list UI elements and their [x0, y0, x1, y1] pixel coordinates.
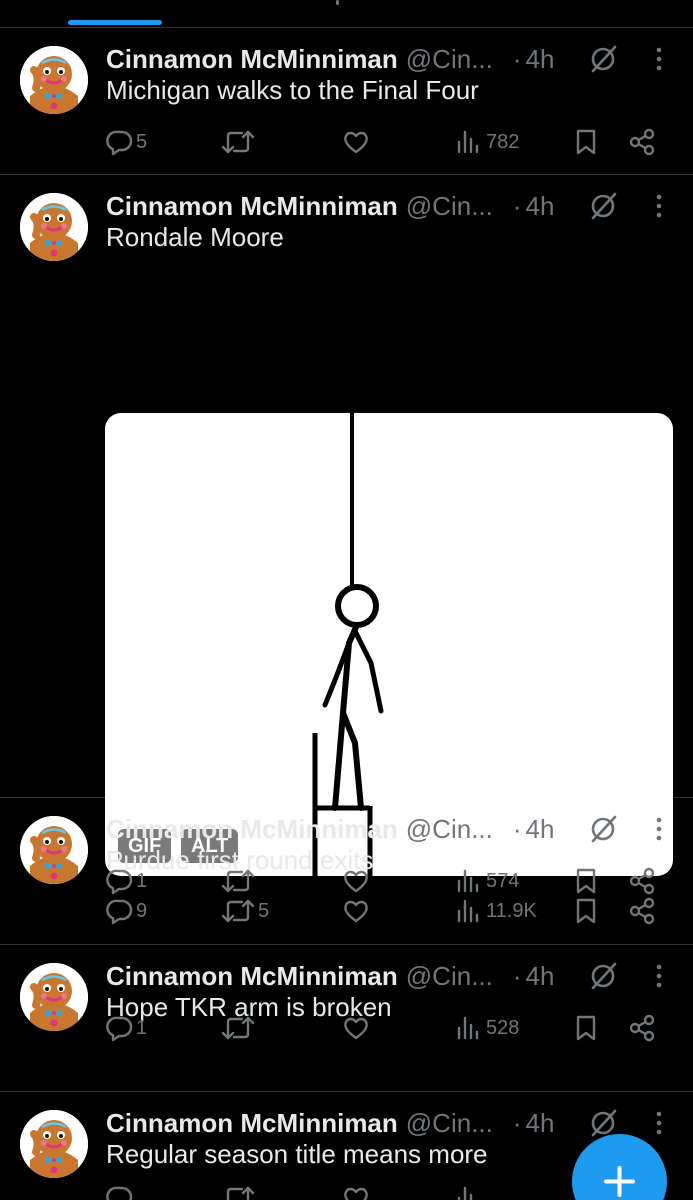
reply-count: 5 [136, 130, 148, 153]
separator-dot: · [512, 960, 522, 991]
retweet-icon [220, 867, 256, 895]
bookmark-icon [574, 1014, 598, 1042]
separator-dot: · [512, 43, 522, 74]
share-icon [628, 1014, 656, 1042]
active-tab-indicator [68, 20, 162, 25]
grok-icon[interactable] [588, 191, 618, 221]
avatar[interactable] [20, 1110, 88, 1178]
tab-label-fragment [336, 0, 339, 5]
tweet-text: Rondale Moore [106, 222, 284, 252]
reply-icon [106, 867, 134, 895]
reply-icon [106, 128, 134, 156]
share-icon [628, 128, 656, 156]
views-icon [456, 128, 480, 156]
views-button[interactable]: 574 [456, 861, 519, 901]
like-icon [342, 1184, 370, 1200]
grok-icon[interactable] [588, 814, 618, 844]
tweet[interactable]: Cinnamon McMinniman @Cin... · 4h Purdue … [0, 798, 693, 945]
like-icon [342, 867, 370, 895]
tweet[interactable]: Cinnamon McMinniman @Cin... · 4h Michiga… [0, 28, 693, 175]
reply-count: 1 [136, 1016, 148, 1039]
separator-dot: · [512, 1107, 522, 1138]
views-icon [456, 1014, 480, 1042]
more-icon[interactable] [648, 814, 670, 844]
separator-dot: · [512, 190, 522, 221]
author-name[interactable]: Cinnamon McMinniman [106, 814, 398, 845]
views-count: 782 [486, 130, 520, 153]
bookmark-icon [574, 867, 598, 895]
retweet-button[interactable] [220, 861, 258, 901]
tweet-actions: 1 528 [0, 1008, 693, 1048]
reply-button[interactable]: 1 [106, 1008, 147, 1048]
author-handle[interactable]: @Cin... [406, 961, 493, 992]
like-icon [342, 1014, 370, 1042]
like-button[interactable] [342, 122, 370, 162]
timestamp[interactable]: 4h [526, 1108, 555, 1139]
bookmark-button[interactable] [574, 1008, 598, 1048]
timestamp[interactable]: 4h [526, 814, 555, 845]
timeline-feed: Cinnamon McMinniman @Cin... · 4h Michiga… [0, 28, 693, 1200]
author-name[interactable]: Cinnamon McMinniman [106, 1108, 398, 1139]
share-button[interactable] [628, 861, 656, 901]
tweet-actions: 1 574 [0, 861, 693, 901]
more-icon[interactable] [648, 961, 670, 991]
retweet-button[interactable] [220, 1008, 258, 1048]
share-button[interactable] [628, 1008, 656, 1048]
reply-count: 1 [136, 869, 148, 892]
reply-button[interactable]: 1 [106, 861, 147, 901]
reply-icon [106, 1014, 134, 1042]
author-handle[interactable]: @Cin... [406, 1108, 493, 1139]
author-handle[interactable]: @Cin... [406, 191, 493, 222]
tweet[interactable]: Cinnamon McMinniman @Cin... · 4h Rondale… [0, 175, 693, 798]
author-name[interactable]: Cinnamon McMinniman [106, 191, 398, 222]
bookmark-icon [574, 128, 598, 156]
bookmark-button[interactable] [574, 122, 598, 162]
author-handle[interactable]: @Cin... [406, 44, 493, 75]
top-tab-bar [0, 0, 693, 28]
timestamp[interactable]: 4h [526, 961, 555, 992]
tweet-actions: 5 782 [0, 122, 693, 162]
more-icon[interactable] [648, 191, 670, 221]
grok-icon[interactable] [588, 961, 618, 991]
like-icon [342, 128, 370, 156]
retweet-icon [220, 1014, 256, 1042]
reply-button[interactable] [106, 1178, 134, 1200]
grok-icon[interactable] [588, 44, 618, 74]
tweet-text: Michigan walks to the Final Four [106, 75, 479, 105]
timestamp[interactable]: 4h [526, 44, 555, 75]
tweet[interactable]: Cinnamon McMinniman @Cin... · 4h Hope TK… [0, 945, 693, 1092]
like-button[interactable] [342, 1178, 370, 1200]
retweet-button[interactable] [220, 122, 258, 162]
retweet-button[interactable] [220, 1178, 256, 1200]
reply-icon [106, 1184, 134, 1200]
reply-button[interactable]: 5 [106, 122, 147, 162]
share-button[interactable] [628, 122, 656, 162]
bookmark-button[interactable] [574, 861, 598, 901]
like-button[interactable] [342, 861, 370, 901]
more-icon[interactable] [648, 44, 670, 74]
tweet-text: Regular season title means more [106, 1139, 488, 1169]
avatar[interactable] [20, 46, 88, 114]
compose-plus-icon [604, 1166, 635, 1197]
retweet-icon [220, 128, 256, 156]
views-icon [456, 867, 480, 895]
views-icon [456, 1184, 480, 1200]
views-count: 528 [486, 1016, 520, 1039]
views-count: 574 [486, 869, 520, 892]
timestamp[interactable]: 4h [526, 191, 555, 222]
author-name[interactable]: Cinnamon McMinniman [106, 44, 398, 75]
views-button[interactable]: 528 [456, 1008, 519, 1048]
views-button[interactable]: 782 [456, 122, 519, 162]
retweet-icon [220, 1184, 256, 1200]
separator-dot: · [512, 813, 522, 844]
author-name[interactable]: Cinnamon McMinniman [106, 961, 398, 992]
views-button[interactable] [456, 1178, 480, 1200]
more-icon[interactable] [648, 1108, 670, 1138]
avatar[interactable] [20, 193, 88, 261]
author-handle[interactable]: @Cin... [406, 814, 493, 845]
share-icon [628, 867, 656, 895]
like-button[interactable] [342, 1008, 370, 1048]
